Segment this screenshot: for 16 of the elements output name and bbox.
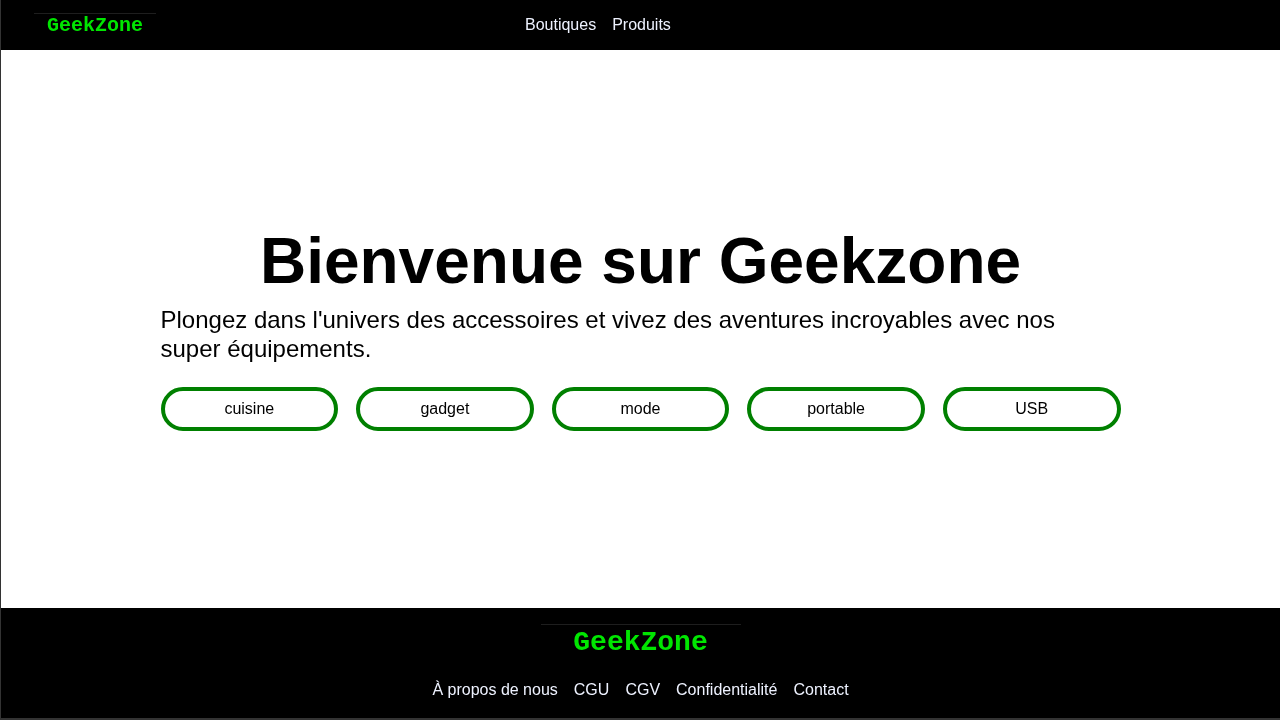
logo-link[interactable]: GeekZone <box>34 12 156 38</box>
category-button[interactable]: USB <box>942 387 1121 431</box>
hero-title: Bienvenue sur Geekzone <box>258 224 1023 299</box>
footer-link[interactable]: À propos de nous <box>432 678 558 702</box>
footer-link[interactable]: CGV <box>625 678 661 702</box>
category-button[interactable]: cuisine <box>160 387 339 431</box>
hero-subtitle: Plongez dans l'univers des accessoires et vivez des aventures incroyables avec nos super équipements. <box>160 305 1056 363</box>
footer-link[interactable]: CGU <box>573 678 610 702</box>
category-button[interactable]: gadget <box>356 387 534 431</box>
nav-link[interactable]: Boutiques <box>525 13 597 37</box>
category-button[interactable]: mode <box>551 387 730 431</box>
category-button[interactable]: portable <box>747 387 925 431</box>
footer-link[interactable]: Confidentialité <box>676 678 778 702</box>
footer-logo-link[interactable]: GeekZone <box>540 624 741 658</box>
nav-link[interactable]: Produits <box>612 13 671 37</box>
footer-link[interactable]: Contact <box>793 678 849 702</box>
